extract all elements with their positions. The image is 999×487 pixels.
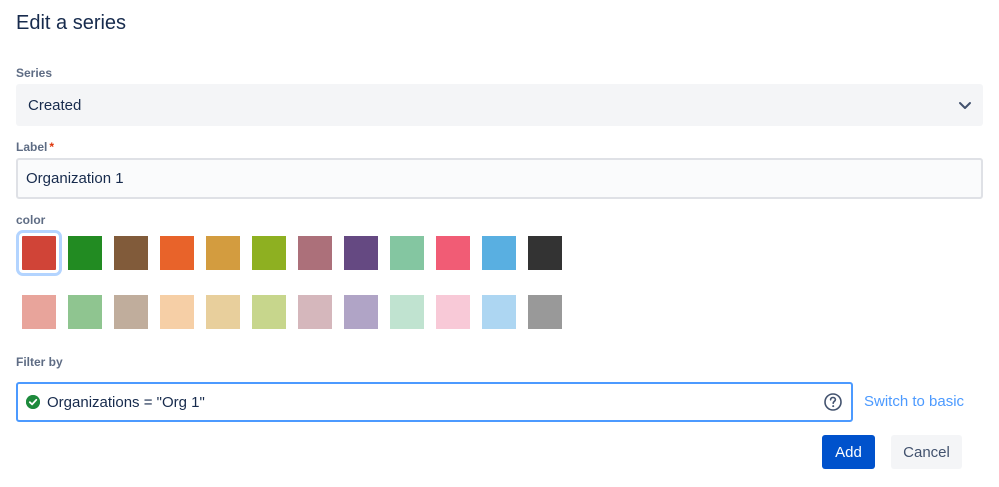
- color-swatch[interactable]: [298, 295, 332, 329]
- chevron-down-icon: [959, 102, 971, 109]
- dialog-title: Edit a series: [16, 12, 127, 34]
- add-button[interactable]: Add: [822, 435, 875, 469]
- color-swatch[interactable]: [22, 295, 56, 329]
- question-circle-icon[interactable]: [823, 392, 843, 412]
- color-swatch[interactable]: [390, 295, 424, 329]
- check-circle-icon: [26, 395, 40, 409]
- color-swatch[interactable]: [482, 295, 516, 329]
- required-marker: *: [49, 140, 55, 154]
- color-swatch[interactable]: [482, 236, 516, 270]
- color-swatch[interactable]: [528, 236, 562, 270]
- switch-to-basic-link[interactable]: Switch to basic: [864, 393, 964, 410]
- color-swatch[interactable]: [160, 236, 194, 270]
- series-select[interactable]: Created: [16, 84, 983, 126]
- filter-label: Filter by: [16, 355, 63, 369]
- color-swatch[interactable]: [68, 236, 102, 270]
- color-swatch[interactable]: [528, 295, 562, 329]
- color-swatch[interactable]: [206, 236, 240, 270]
- color-swatch-row: [22, 295, 574, 329]
- label-field-label-text: Label: [16, 140, 48, 154]
- label-input[interactable]: [16, 158, 983, 199]
- color-swatch[interactable]: [298, 236, 332, 270]
- series-select-value: Created: [28, 96, 82, 114]
- series-label: Series: [16, 66, 53, 80]
- color-swatch[interactable]: [16, 230, 62, 276]
- color-swatch[interactable]: [68, 295, 102, 329]
- color-swatch[interactable]: [436, 236, 470, 270]
- color-label: color: [16, 213, 46, 227]
- color-swatch-row: [16, 230, 574, 276]
- color-swatch[interactable]: [344, 236, 378, 270]
- color-swatch[interactable]: [436, 295, 470, 329]
- color-swatch[interactable]: [390, 236, 424, 270]
- color-swatch[interactable]: [114, 295, 148, 329]
- filter-query-input[interactable]: [47, 393, 807, 411]
- label-field-label: Label *: [16, 140, 54, 154]
- color-swatch[interactable]: [344, 295, 378, 329]
- filter-query-field[interactable]: [16, 382, 853, 422]
- color-swatch[interactable]: [252, 295, 286, 329]
- color-swatch[interactable]: [252, 236, 286, 270]
- color-swatch[interactable]: [206, 295, 240, 329]
- color-swatch[interactable]: [160, 295, 194, 329]
- color-swatch[interactable]: [114, 236, 148, 270]
- cancel-button[interactable]: Cancel: [891, 435, 962, 469]
